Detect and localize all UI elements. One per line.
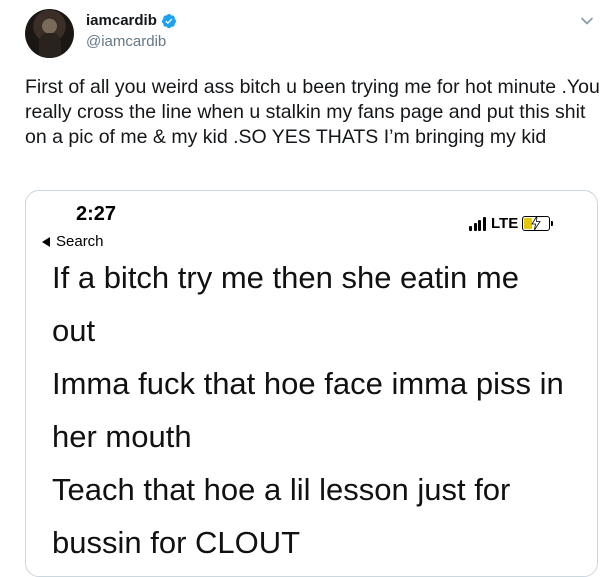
verified-badge-icon [161,13,176,28]
display-name[interactable]: iamcardib [86,12,157,29]
lyric-line: bussin for CLOUT [52,525,301,560]
lyric-line: If a bitch try me then she eatin me [52,260,519,295]
lyric-paragraph: Teach that hoe a lil lesson just for bus… [52,463,582,569]
lyric-line: Teach that hoe a lil lesson just for [52,472,511,507]
lyric-line: out [52,313,96,348]
status-indicators: LTE [469,215,554,232]
avatar[interactable] [25,9,74,58]
lyric-paragraph: Imma fuck that hoe face imma piss in her… [52,357,582,463]
battery-icon [522,216,554,231]
status-time: 2:27 [76,203,117,225]
lyric-paragraph: If a bitch try me then she eatin me out [52,251,582,357]
charging-bolt-icon [531,216,541,230]
signal-strength-icon [469,216,487,231]
author-handle[interactable]: @iamcardib [86,33,166,50]
tweet-media-screenshot[interactable]: 2:27 Search LTE If a bitch try me then s… [25,190,598,577]
back-arrow-icon [42,236,50,247]
battery-cap [551,221,554,226]
lyric-line: her mouth [52,419,192,454]
author-name-row: iamcardib [86,12,177,29]
back-to-search: Search [42,233,104,250]
screenshot-text: If a bitch try me then she eatin me out … [52,251,582,569]
back-label: Search [56,233,104,250]
network-type: LTE [491,215,519,232]
tweet-text: First of all you weird ass bitch u been … [25,76,600,148]
lyric-line: Imma fuck that hoe face imma piss in [52,366,564,401]
phone-status-bar: 2:27 Search LTE [26,191,597,251]
chevron-down-icon[interactable] [580,14,594,28]
tweet-card: iamcardib @iamcardib First of all you we… [0,0,609,577]
